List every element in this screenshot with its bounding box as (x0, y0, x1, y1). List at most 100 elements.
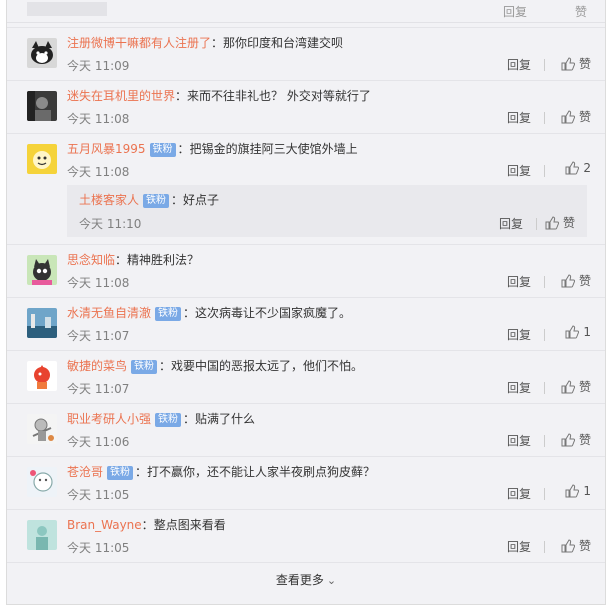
action-divider (544, 382, 545, 394)
like-label: 赞 (578, 433, 591, 447)
comment-time: 今天 11:09 (67, 59, 130, 73)
comment-panel: 回复 赞 注册微博干嘛都有人注册了：那你印度和台湾建交呗 今天 11:09 回复… (6, 0, 606, 605)
comment-item: 敏捷的菜鸟 铁粉 ：戏要中国的恶报太远了，他们不怕。 今天 11:07 回复 赞 (7, 350, 605, 403)
thumbs-up-icon (561, 274, 576, 288)
reply-button[interactable]: 回复 (507, 162, 531, 179)
avatar[interactable] (27, 255, 57, 285)
action-divider (536, 218, 537, 230)
comment-item: 苍沧哥 铁粉 ：打不赢你，还不能让人家半夜刷点狗皮藓？ 今天 11:05 回复 1 (7, 456, 605, 509)
comment-time: 今天 11:07 (67, 329, 130, 343)
comment-text: 打不赢你，还不能让人家半夜刷点狗皮藓？ (147, 465, 376, 479)
like-button[interactable]: 赞 (561, 431, 591, 448)
yellow-cartoon-avatar-image (27, 144, 57, 174)
colon-separator: ： (175, 89, 188, 103)
like-button[interactable]: 赞 (561, 272, 591, 289)
reply-button[interactable]: 回复 (507, 538, 531, 555)
avatar[interactable] (27, 38, 57, 68)
colon-separator: ： (183, 306, 196, 320)
load-more-button[interactable]: 查看更多 ⌄ (7, 562, 605, 597)
comment-text: 这次病毒让不少国家疯魔了。 (195, 306, 352, 320)
username-link[interactable]: 职业考研人小强 (67, 412, 151, 426)
comment-item: 职业考研人小强 铁粉 ：贴满了什么 今天 11:06 回复 赞 (7, 403, 605, 456)
comment-item: 水清无鱼自清澈 铁粉 ：这次病毒让不少国家疯魔了。 今天 11:07 回复 1 (7, 297, 605, 350)
like-button[interactable]: 赞 (545, 214, 575, 231)
reply-button[interactable]: 回复 (503, 3, 527, 20)
comment-time: 今天 11:05 (67, 488, 130, 502)
nested-reply: 土楼客家人 铁粉 ：好点子 今天 11:10 回复 赞 (67, 185, 587, 237)
reply-button[interactable]: 回复 (507, 56, 531, 73)
thumbs-up-icon (561, 110, 576, 124)
thumbs-up-icon (545, 216, 560, 230)
comment-body: 思念知临：精神胜利法？ (67, 252, 199, 268)
username-link[interactable]: 注册微博干嘛都有人注册了 (67, 36, 211, 50)
fan-badge: 铁粉 (149, 143, 176, 157)
comment-body: 迷失在耳机里的世界：来而不往非礼也？ 外交对等就行了 (67, 88, 371, 104)
reply-button[interactable]: 回复 (499, 215, 523, 232)
dark-photo-avatar-image (27, 91, 57, 121)
like-button[interactable]: 赞 (561, 537, 591, 554)
reply-time: 今天 11:10 (79, 217, 142, 231)
colon-separator: ： (211, 36, 224, 50)
round-face-avatar-image (27, 467, 57, 497)
like-button[interactable]: 赞 (561, 378, 591, 395)
username-link[interactable]: 五月风暴1995 (67, 142, 146, 156)
fan-badge: 铁粉 (131, 360, 158, 374)
colon-separator: ： (141, 518, 154, 532)
comment-text: 那你印度和台湾建交呗 (223, 36, 344, 50)
fan-badge: 铁粉 (143, 194, 170, 208)
username-link[interactable]: 迷失在耳机里的世界 (67, 89, 175, 103)
thumbs-up-icon (565, 484, 580, 498)
username-link[interactable]: 水清无鱼自清澈 (67, 306, 151, 320)
avatar[interactable] (27, 520, 57, 550)
avatar[interactable] (27, 467, 57, 497)
action-divider (544, 435, 545, 447)
comment-text: 整点图来看看 (153, 518, 226, 532)
action-divider (544, 541, 545, 553)
like-button[interactable]: 2 (565, 161, 591, 175)
like-label: 赞 (578, 274, 591, 288)
like-label: 赞 (578, 110, 591, 124)
comment-text: 戏要中国的恶报太远了，他们不怕。 (171, 359, 364, 373)
comment-item: 思念知临：精神胜利法？ 今天 11:08 回复 赞 (7, 244, 605, 297)
comment-text: 精神胜利法？ (127, 253, 200, 267)
reply-button[interactable]: 回复 (507, 432, 531, 449)
avatar[interactable] (27, 308, 57, 338)
like-label: 赞 (578, 57, 591, 71)
avatar[interactable] (27, 91, 57, 121)
comment-time: 今天 11:08 (67, 112, 130, 126)
comment-body: 敏捷的菜鸟 铁粉 ：戏要中国的恶报太远了，他们不怕。 (67, 358, 363, 374)
username-link[interactable]: 敏捷的菜鸟 (67, 359, 127, 373)
like-button[interactable]: 赞 (561, 55, 591, 72)
like-button[interactable]: 赞 (575, 3, 587, 20)
username-link[interactable]: 思念知临 (67, 253, 115, 267)
reply-text: 好点子 (183, 193, 220, 207)
like-button[interactable]: 赞 (561, 108, 591, 125)
avatar[interactable] (27, 361, 57, 391)
comment-body: 五月风暴1995 铁粉 ：把锡金的旗挂阿三大使馆外墙上 (67, 141, 358, 157)
reply-button[interactable]: 回复 (507, 326, 531, 343)
colon-separator: ： (115, 253, 128, 267)
colon-separator: ： (177, 142, 190, 156)
thumbs-up-icon (561, 57, 576, 71)
avatar[interactable] (27, 144, 57, 174)
reply-button[interactable]: 回复 (507, 379, 531, 396)
comment-time: 今天 11:06 (67, 435, 130, 449)
like-button[interactable]: 1 (565, 325, 591, 339)
reply-button[interactable]: 回复 (507, 485, 531, 502)
like-count: 1 (583, 325, 591, 339)
comment-text: 来而不往非礼也？ 外交对等就行了 (187, 89, 371, 103)
load-more-label: 查看更多 (275, 573, 324, 587)
reply-button[interactable]: 回复 (507, 109, 531, 126)
comment-item: 迷失在耳机里的世界：来而不往非礼也？ 外交对等就行了 今天 11:08 回复 赞 (7, 80, 605, 133)
like-button[interactable]: 1 (565, 484, 591, 498)
truncated-content (27, 2, 107, 16)
username-link[interactable]: 土楼客家人 (79, 193, 139, 207)
username-link[interactable]: 苍沧哥 (67, 465, 103, 479)
reply-button[interactable]: 回复 (507, 273, 531, 290)
action-divider (544, 59, 545, 71)
like-count: 1 (583, 484, 591, 498)
username-link[interactable]: Bran_Wayne (67, 518, 142, 532)
comment-time: 今天 11:07 (67, 382, 130, 396)
avatar[interactable] (27, 414, 57, 444)
comment-body: 职业考研人小强 铁粉 ：贴满了什么 (67, 411, 255, 427)
